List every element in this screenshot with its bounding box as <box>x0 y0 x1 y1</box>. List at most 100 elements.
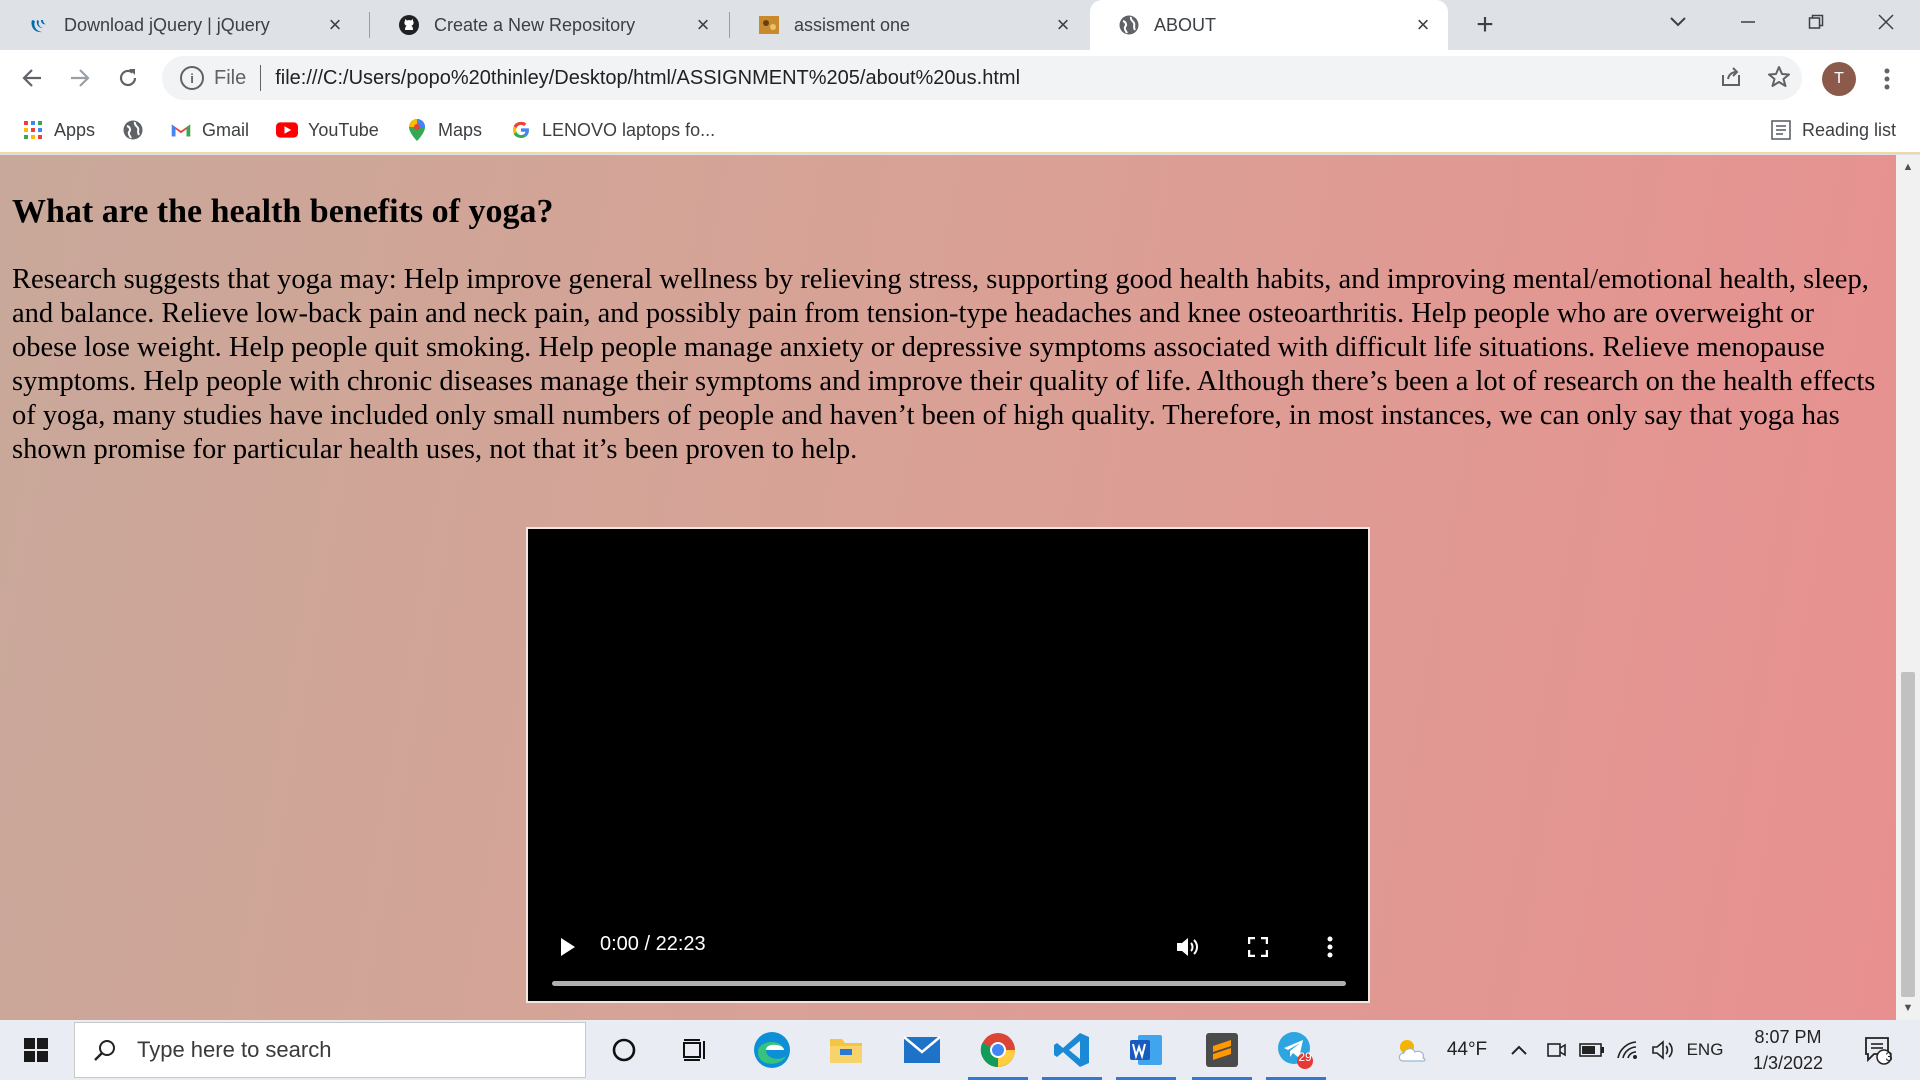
taskbar-clock[interactable]: 8:07 PM 1/3/2022 <box>1728 1024 1848 1076</box>
bookmark-gmail[interactable]: Gmail <box>170 116 249 144</box>
google-icon <box>510 119 532 141</box>
close-tab-icon[interactable]: × <box>324 12 346 37</box>
bookmark-label: Maps <box>438 119 483 140</box>
reading-list-icon <box>1770 119 1792 141</box>
windows-taskbar: Type here to search 29 44°F ENG 8:07 PM … <box>0 1020 1920 1080</box>
scroll-up-icon[interactable]: ▲ <box>1896 157 1920 177</box>
search-placeholder: Type here to search <box>137 1037 332 1062</box>
bookmark-star-icon[interactable] <box>1762 60 1796 94</box>
video-time: 0:00 / 22:23 <box>600 933 706 955</box>
url-text[interactable]: file:///C:/Users/popo%20thinley/Desktop/… <box>275 67 1802 90</box>
video-progress-bar[interactable] <box>552 981 1346 986</box>
page-scrollbar[interactable]: ▲ ▼ <box>1896 155 1920 1020</box>
restore-button[interactable] <box>1788 0 1844 44</box>
sublime-icon[interactable] <box>1186 1020 1258 1080</box>
tab-title: Create a New Repository <box>434 14 636 35</box>
tab-jquery[interactable]: Download jQuery | jQuery × <box>0 0 360 50</box>
github-icon <box>398 14 420 36</box>
bookmark-youtube[interactable]: YouTube <box>276 116 379 144</box>
weather-icon[interactable] <box>1392 1020 1432 1080</box>
start-button[interactable] <box>0 1020 72 1080</box>
notifications-icon[interactable]: 3 <box>1858 1032 1898 1068</box>
bookmark-maps[interactable]: Maps <box>406 116 482 144</box>
search-icon <box>89 1034 121 1066</box>
globe-icon <box>1118 14 1140 36</box>
new-tab-button[interactable]: + <box>1468 8 1502 42</box>
bookmark-label: YouTube <box>308 119 379 140</box>
tab-about[interactable]: ABOUT × <box>1090 0 1448 50</box>
bookmarks-bar: Apps Gmail YouTube Maps LENOVO laptops f… <box>0 106 1920 154</box>
taskbar-search[interactable]: Type here to search <box>74 1022 586 1078</box>
input-language[interactable]: ENG <box>1684 1020 1726 1080</box>
reload-button[interactable] <box>110 60 146 96</box>
globe-icon <box>122 119 144 141</box>
video-player[interactable]: 0:00 / 22:23 <box>526 527 1370 1003</box>
notification-count: 3 <box>1885 1049 1893 1064</box>
gmail-icon <box>170 119 192 141</box>
bookmark-label: Apps <box>54 119 96 140</box>
tab-search-icon[interactable] <box>1650 0 1706 44</box>
clock-date: 1/3/2022 <box>1752 1053 1824 1073</box>
reading-list-button[interactable]: Reading list <box>1770 116 1896 144</box>
section-heading: What are the health benefits of yoga? <box>12 193 554 230</box>
speaker-icon[interactable] <box>1648 1020 1680 1080</box>
chrome-icon[interactable] <box>962 1020 1034 1080</box>
close-tab-icon[interactable]: × <box>692 12 714 37</box>
clock-time: 8:07 PM <box>1754 1027 1822 1047</box>
meet-now-icon[interactable] <box>1540 1020 1572 1080</box>
tab-github[interactable]: Create a New Repository × <box>370 0 728 50</box>
volume-icon[interactable] <box>1170 929 1206 965</box>
youtube-icon <box>276 119 298 141</box>
tab-assisment-one[interactable]: assisment one × <box>730 0 1088 50</box>
share-icon[interactable] <box>1714 60 1748 94</box>
vscode-icon[interactable] <box>1036 1020 1108 1080</box>
wifi-icon[interactable] <box>1612 1020 1644 1080</box>
tab-title: ABOUT <box>1154 14 1217 35</box>
weather-temp[interactable]: 44°F <box>1436 1020 1498 1080</box>
bookmark-label: LENOVO laptops fo... <box>542 119 716 140</box>
page-content: What are the health benefits of yoga? Re… <box>0 155 1896 1020</box>
fullscreen-icon[interactable] <box>1240 929 1276 965</box>
battery-icon[interactable] <box>1576 1020 1608 1080</box>
minimize-button[interactable] <box>1720 0 1776 44</box>
tab-title: Download jQuery | jQuery <box>64 14 270 35</box>
bookmark-label: Gmail <box>202 119 250 140</box>
bookmark-globe[interactable] <box>122 116 154 144</box>
telegram-icon[interactable]: 29 <box>1260 1020 1332 1080</box>
windows-logo-icon <box>24 1038 48 1062</box>
profile-avatar[interactable]: T <box>1822 62 1856 96</box>
url-scheme: File <box>214 66 247 89</box>
scrollbar-thumb[interactable] <box>1901 672 1915 997</box>
close-tab-icon[interactable]: × <box>1052 12 1074 37</box>
divider <box>260 65 262 91</box>
task-view-icon[interactable] <box>660 1020 732 1080</box>
edge-icon[interactable] <box>736 1020 808 1080</box>
reading-list-label: Reading list <box>1802 119 1897 140</box>
telegram-badge: 29 <box>1298 1050 1312 1064</box>
cortana-icon[interactable] <box>588 1020 660 1080</box>
maps-pin-icon <box>406 119 428 141</box>
page-thumbnail-icon <box>758 14 780 36</box>
bookmark-lenovo[interactable]: LENOVO laptops fo... <box>510 116 715 144</box>
bookmark-apps[interactable]: Apps <box>22 116 95 144</box>
site-info-icon[interactable]: i <box>180 66 204 90</box>
scroll-down-icon[interactable]: ▼ <box>1896 998 1920 1018</box>
tab-strip: Download jQuery | jQuery × Create a New … <box>0 0 1920 50</box>
chevron-up-icon[interactable] <box>1504 1020 1534 1080</box>
tab-title: assisment one <box>794 14 911 35</box>
browser-toolbar: i File file:///C:/Users/popo%20thinley/D… <box>0 50 1920 106</box>
back-button[interactable] <box>14 60 50 96</box>
apps-grid-icon <box>22 119 44 141</box>
close-tab-icon[interactable]: × <box>1412 12 1434 37</box>
play-icon[interactable] <box>550 929 586 965</box>
body-paragraph: Research suggests that yoga may: Help im… <box>12 264 1876 465</box>
address-bar[interactable]: i File file:///C:/Users/popo%20thinley/D… <box>162 56 1802 100</box>
file-explorer-icon[interactable] <box>810 1020 882 1080</box>
jquery-icon <box>28 14 50 36</box>
mail-icon[interactable] <box>886 1020 958 1080</box>
browser-menu-icon[interactable] <box>1872 60 1902 98</box>
video-more-icon[interactable] <box>1312 929 1348 965</box>
close-window-button[interactable] <box>1858 0 1914 44</box>
forward-button[interactable] <box>62 60 98 96</box>
word-icon[interactable] <box>1110 1020 1182 1080</box>
